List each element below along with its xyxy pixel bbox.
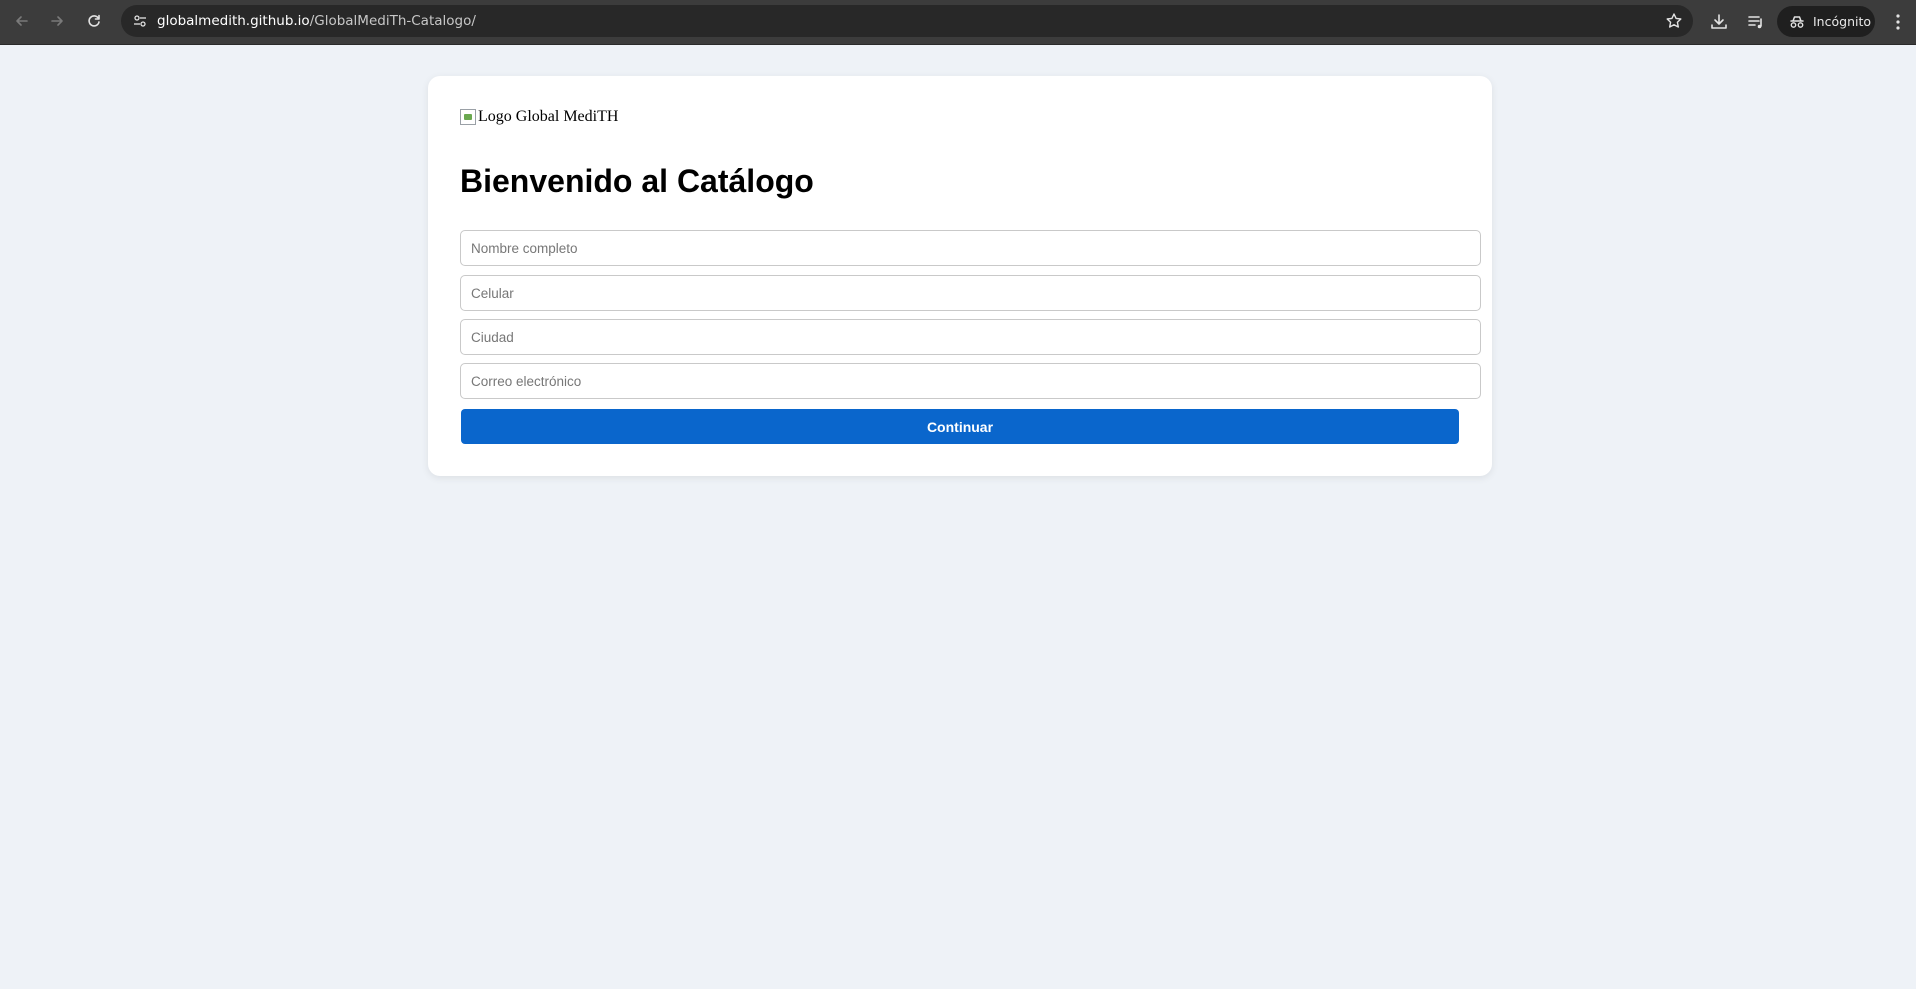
url-host: globalmedith.github.io [157, 13, 310, 29]
site-info-button[interactable] [129, 10, 151, 32]
catalog-form-card: Logo Global MediTH Bienvenido al Catálog… [428, 76, 1492, 476]
tune-icon [134, 15, 146, 27]
incognito-icon [1790, 15, 1804, 28]
city-input[interactable] [460, 319, 1481, 355]
page-title: Bienvenido al Catálogo [460, 163, 814, 199]
browser-toolbar: globalmedith.github.io/GlobalMediTh-Cata… [0, 0, 1916, 45]
back-button[interactable] [8, 7, 36, 35]
full-name-input[interactable] [460, 230, 1481, 266]
download-icon[interactable] [1709, 12, 1729, 32]
reload-icon [88, 14, 100, 27]
logo-alt-text: Logo Global MediTH [478, 108, 619, 125]
url-path: /GlobalMediTh-Catalogo/ [309, 13, 476, 29]
broken-image-icon [460, 109, 476, 125]
continue-button[interactable]: Continuar [461, 409, 1459, 444]
reload-button[interactable] [80, 7, 108, 35]
kebab-menu-icon[interactable] [1892, 11, 1904, 33]
forward-button[interactable] [43, 7, 71, 35]
incognito-indicator[interactable]: Incógnito [1777, 6, 1875, 37]
logo-image: Logo Global MediTH [460, 107, 618, 127]
phone-input[interactable] [460, 275, 1481, 311]
address-bar[interactable]: globalmedith.github.io/GlobalMediTh-Cata… [121, 5, 1693, 37]
email-input[interactable] [460, 363, 1481, 399]
media-controls-icon[interactable] [1746, 12, 1766, 32]
forward-arrow-icon [51, 16, 63, 26]
url-text[interactable]: globalmedith.github.io/GlobalMediTh-Cata… [157, 13, 476, 29]
incognito-label: Incógnito [1813, 14, 1872, 29]
star-icon[interactable] [1665, 12, 1683, 30]
back-arrow-icon [16, 16, 28, 26]
